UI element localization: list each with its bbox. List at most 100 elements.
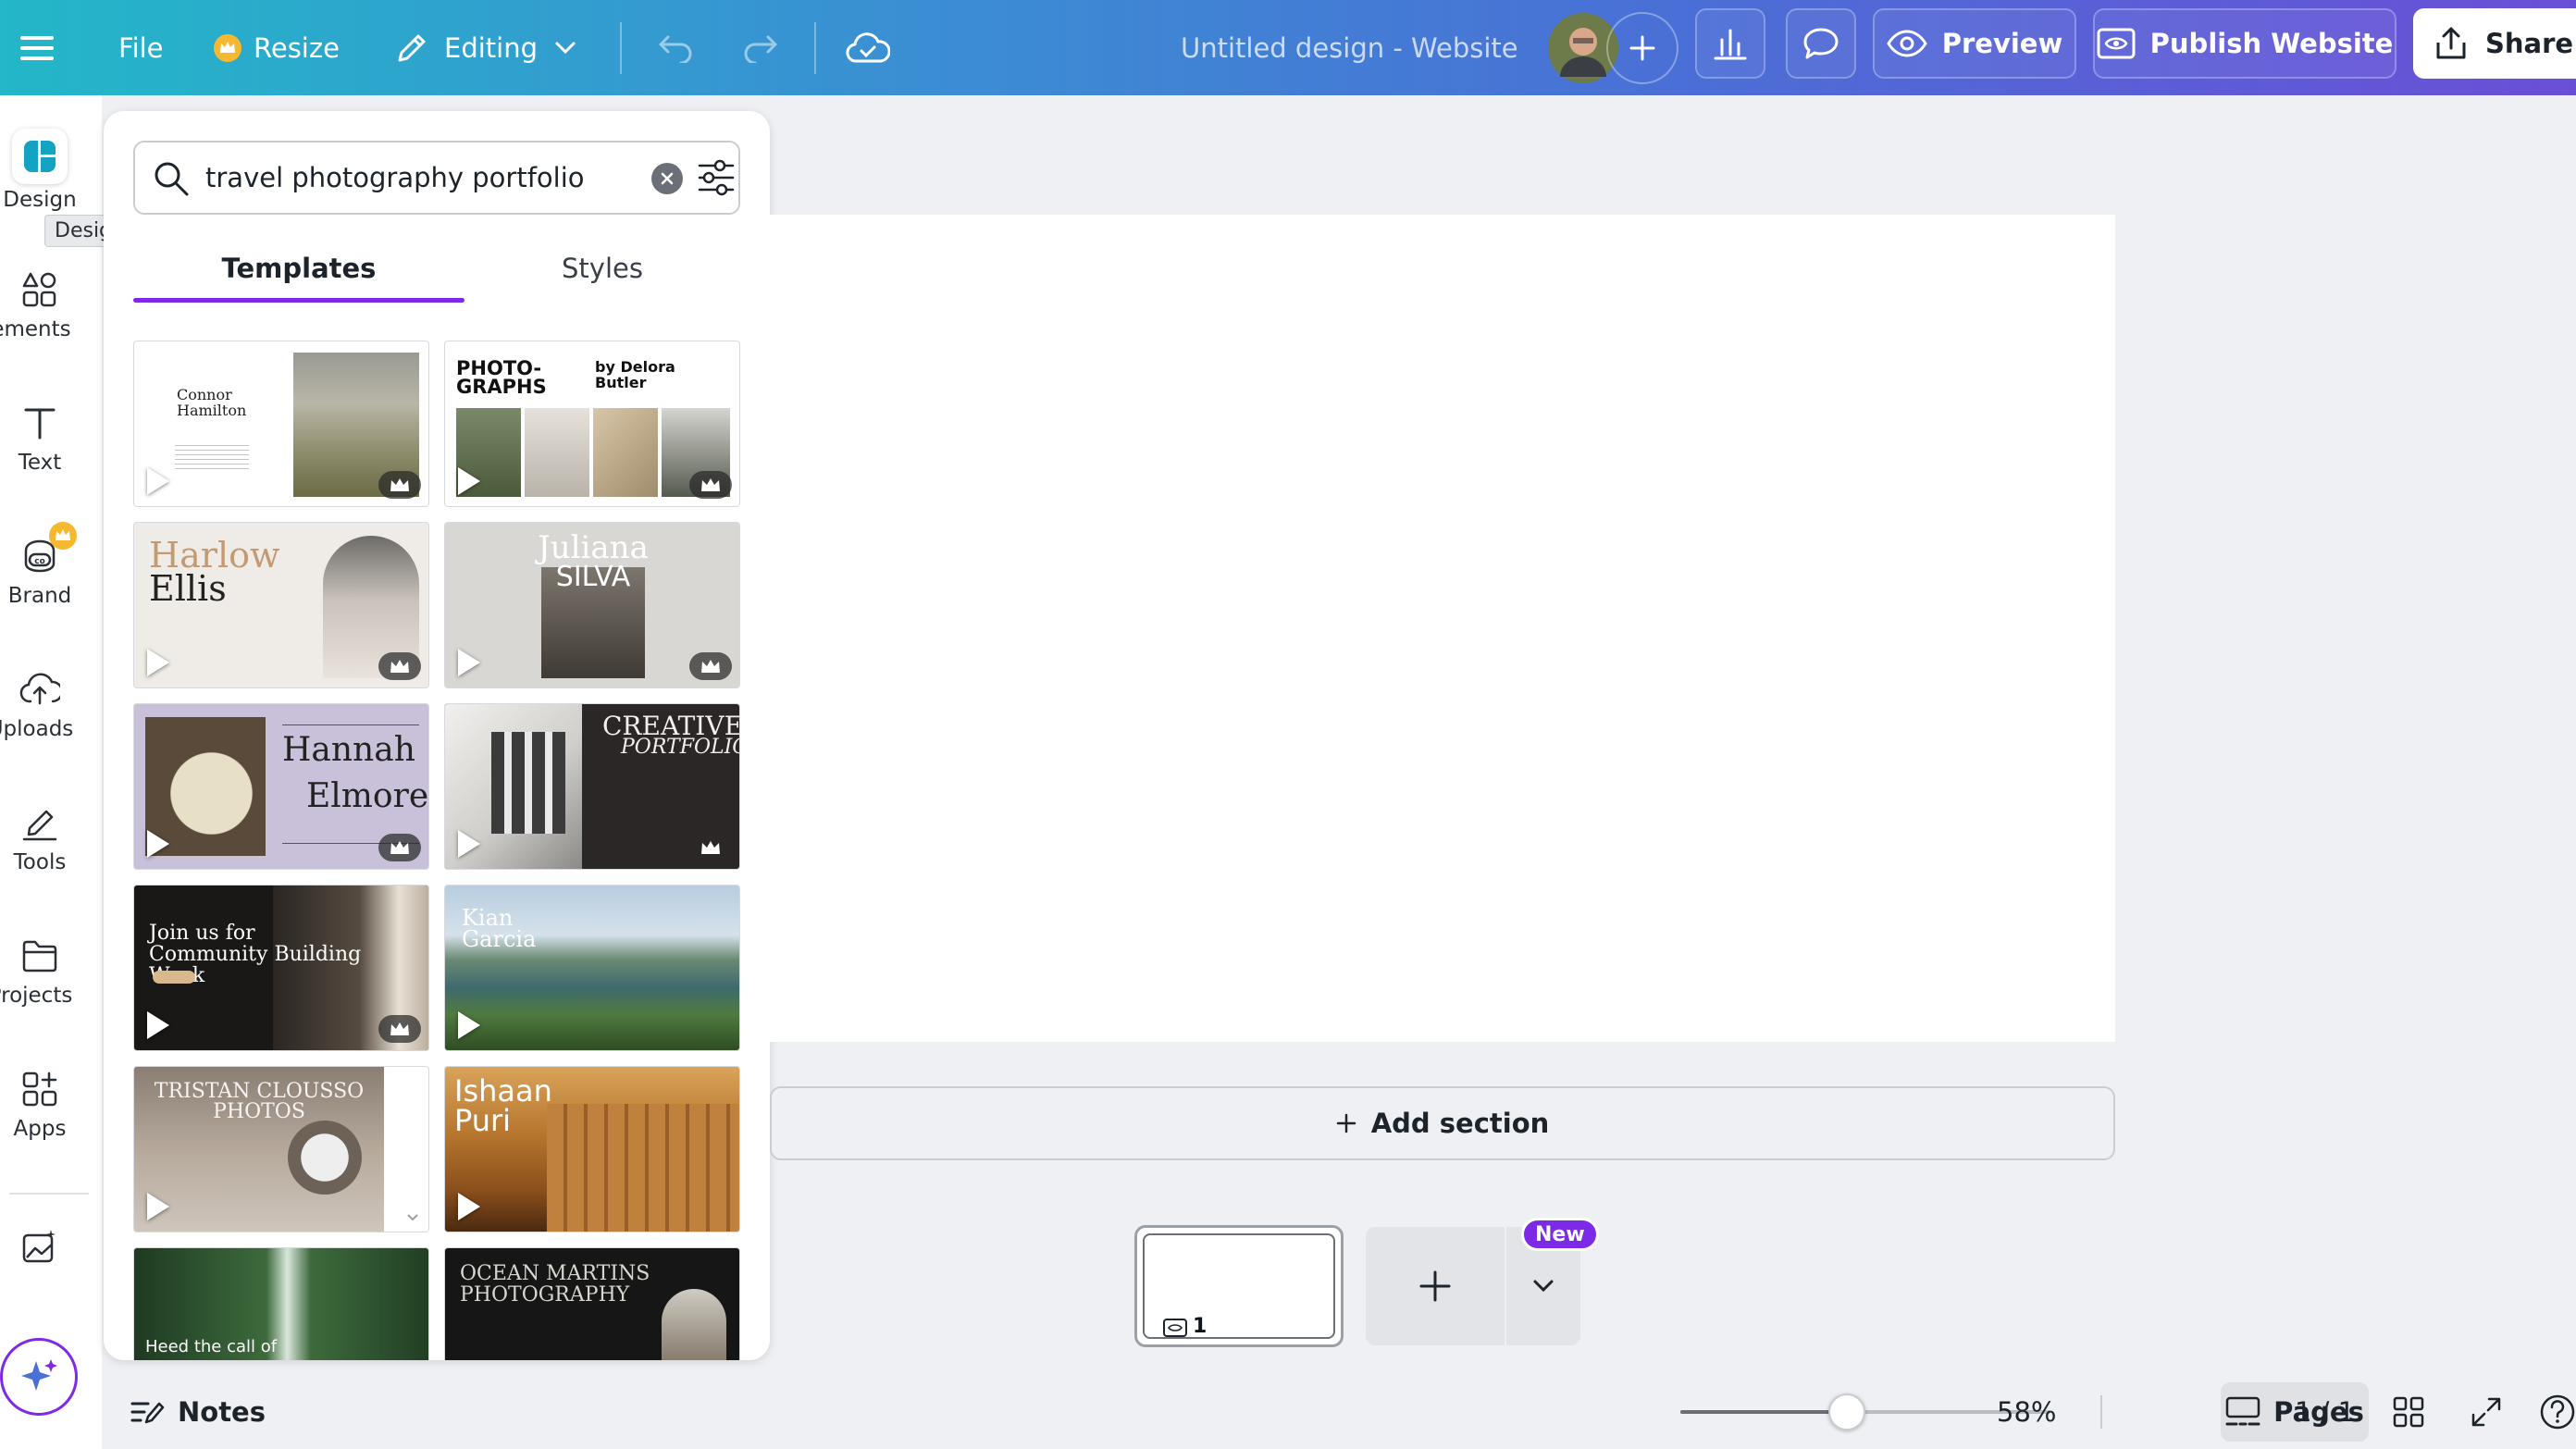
template-card-juliana-silva[interactable]: Juliana SILVA: [444, 522, 740, 688]
insights-button[interactable]: [1695, 8, 1765, 79]
magic-assistant-button[interactable]: [0, 1338, 78, 1416]
preview-button[interactable]: Preview: [1873, 8, 2076, 79]
template-card-harlow-ellis[interactable]: Harlow Ellis: [133, 522, 429, 688]
search-filters-button[interactable]: [696, 157, 737, 202]
zoom-level[interactable]: 58%: [1997, 1382, 2056, 1442]
resize-button[interactable]: Resize: [213, 0, 340, 95]
share-label: Share: [2485, 28, 2574, 59]
premium-badge: [689, 471, 732, 499]
play-icon: [147, 830, 169, 858]
template-photo-wall: [491, 732, 565, 834]
template-card-photographs[interactable]: PHOTO-GRAPHS by Delora Butler: [444, 341, 740, 507]
help-button[interactable]: [2539, 1382, 2576, 1442]
undo-button[interactable]: [657, 0, 694, 95]
sidebar-item-label: Text: [18, 451, 62, 475]
sidebar-item-label: Apps: [13, 1117, 67, 1141]
tab-styles[interactable]: Styles: [464, 241, 740, 296]
sidebar-item-label: Elements: [0, 317, 71, 341]
page-thumbnail[interactable]: 1: [1134, 1225, 1344, 1347]
toolbar-divider: [620, 22, 622, 74]
play-icon: [147, 1193, 169, 1220]
template-card-hannah-elmore[interactable]: Hannah Elmore: [133, 703, 429, 870]
publish-website-button[interactable]: Publish Website: [2093, 8, 2396, 79]
plus-icon: [1629, 35, 1655, 60]
invite-button[interactable]: [1606, 0, 1678, 95]
crown-icon: [390, 478, 409, 491]
clear-search-button[interactable]: [651, 163, 683, 194]
notes-label: Notes: [178, 1396, 266, 1428]
new-badge: New: [1521, 1218, 1599, 1251]
sidebar-item-magic-media[interactable]: [0, 1219, 80, 1274]
elements-icon: [22, 272, 56, 307]
sidebar-item-label: Tools: [13, 850, 67, 874]
sidebar-item-text[interactable]: Text: [0, 395, 80, 475]
template-card-ishaan-puri[interactable]: Ishaan Puri: [444, 1066, 740, 1232]
projects-icon: [22, 940, 57, 972]
tab-templates[interactable]: Templates: [133, 241, 464, 296]
editing-mode-button[interactable]: Editing: [394, 0, 576, 95]
template-title: Hannah: [282, 731, 415, 769]
premium-badge: [378, 652, 421, 680]
sidebar-item-apps[interactable]: Apps: [0, 1061, 80, 1141]
sidebar-item-tools[interactable]: Tools: [0, 795, 80, 874]
redo-icon: [744, 35, 777, 63]
crown-icon: [390, 1022, 409, 1035]
design-icon: [24, 141, 56, 172]
save-status-button[interactable]: [846, 0, 890, 95]
sidebar-item-design[interactable]: Design: [0, 129, 80, 212]
template-card-community-building[interactable]: Join us for Community Building Week: [133, 885, 429, 1051]
share-button[interactable]: Share: [2413, 8, 2576, 79]
comment-icon: [1803, 28, 1839, 59]
template-card-connor-hamilton[interactable]: Connor Hamilton: [133, 341, 429, 507]
document-title-text: Untitled design - Website: [1181, 31, 1518, 64]
grid-icon: [2393, 1396, 2424, 1428]
template-title-2: PORTFOLIO: [621, 736, 740, 759]
add-section-button[interactable]: Add section: [770, 1086, 2115, 1160]
grid-view-button[interactable]: [2393, 1382, 2424, 1442]
template-card-waterfall[interactable]: Heed the call of: [133, 1247, 429, 1360]
sidebar-item-uploads[interactable]: Uploads: [0, 662, 80, 741]
document-title[interactable]: Untitled design - Website: [1181, 0, 1518, 95]
template-title-2: SILVA: [555, 561, 631, 593]
template-card-ocean-martins[interactable]: OCEAN MARTINS PHOTOGRAPHY: [444, 1247, 740, 1360]
comments-button[interactable]: [1786, 8, 1856, 79]
crown-icon: [701, 478, 720, 491]
template-rule: [282, 724, 419, 725]
sidebar-item-brand[interactable]: co Brand: [0, 522, 80, 608]
fullscreen-button[interactable]: [2471, 1382, 2502, 1442]
zoom-slider-handle[interactable]: [1828, 1393, 1865, 1430]
template-title: Connor Hamilton: [177, 386, 247, 419]
uploads-icon: [19, 673, 60, 705]
template-card-kian-garcia[interactable]: Kian Garcia: [444, 885, 740, 1051]
premium-badge: [689, 834, 732, 861]
filter-sliders-icon: [698, 159, 735, 196]
close-icon: [661, 172, 674, 185]
template-card-creative-portfolio[interactable]: CREATIVE PORTFOLIO: [444, 703, 740, 870]
template-title: PHOTO-GRAPHS: [456, 357, 547, 398]
premium-badge: [378, 1015, 421, 1043]
main-menu-button[interactable]: [20, 0, 54, 95]
notes-button[interactable]: Notes: [130, 1382, 266, 1442]
add-page-button[interactable]: [1366, 1227, 1505, 1345]
template-title: TRISTAN CLOUSSO PHOTOS: [154, 1080, 365, 1123]
add-section-label: Add section: [1370, 1108, 1550, 1139]
search-icon: [155, 162, 189, 196]
design-page[interactable]: [770, 215, 2115, 1042]
crown-icon: [390, 660, 409, 673]
editing-label: Editing: [444, 31, 539, 64]
redo-button[interactable]: [742, 0, 779, 95]
zoom-slider[interactable]: [1680, 1410, 2050, 1414]
play-icon: [458, 1011, 480, 1039]
sidebar-item-label: Brand: [7, 584, 72, 608]
template-search: [133, 141, 740, 215]
template-button-shape: [153, 971, 195, 984]
page-count[interactable]: 1 / 1: [2295, 1382, 2355, 1442]
play-icon: [147, 649, 169, 676]
search-input[interactable]: [205, 142, 613, 213]
file-menu-button[interactable]: File: [118, 0, 164, 95]
bottombar-divider: [2100, 1395, 2102, 1429]
template-card-tristan-clousso[interactable]: TRISTAN CLOUSSO PHOTOS: [133, 1066, 429, 1232]
sidebar-item-projects[interactable]: Projects: [0, 928, 80, 1008]
sidebar-item-elements[interactable]: Elements: [0, 262, 80, 341]
panel-scrollbar[interactable]: [86, 111, 95, 1282]
